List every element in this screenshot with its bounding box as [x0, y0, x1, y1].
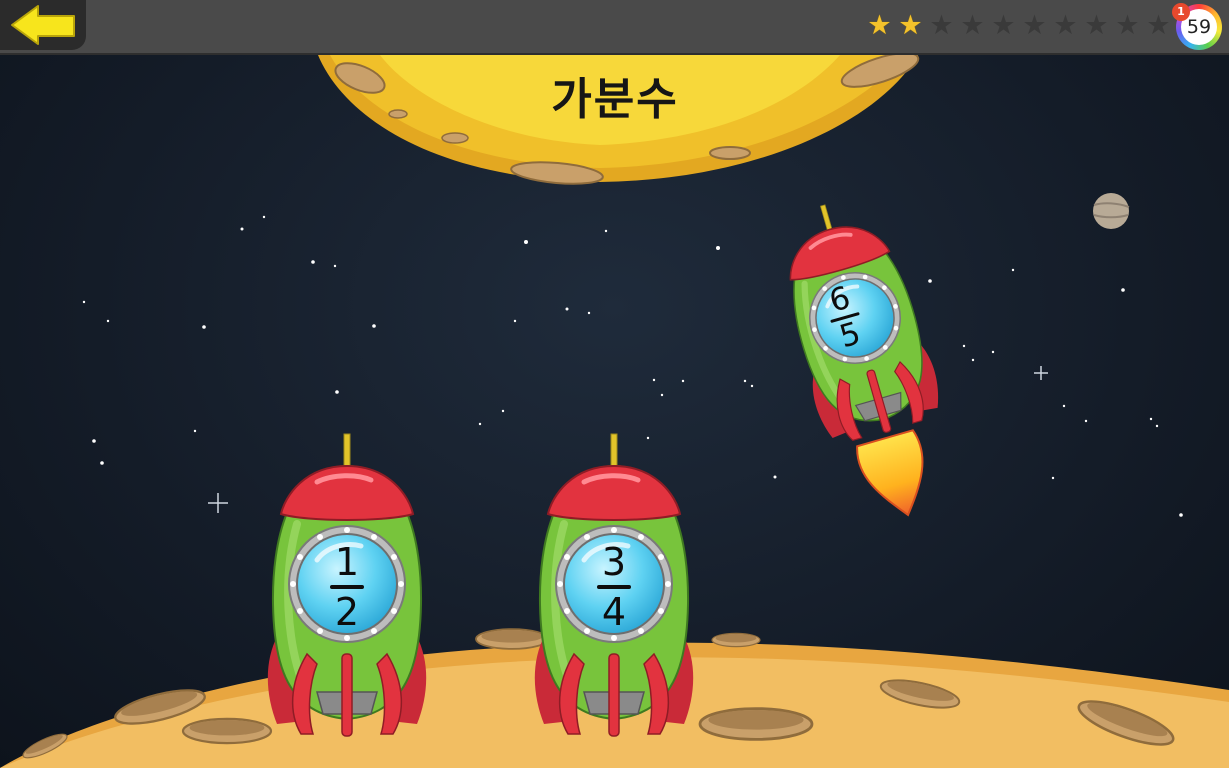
- fraction-3-denominator: 5: [835, 315, 865, 356]
- fraction-1-label: 1 2: [312, 542, 382, 632]
- star-empty-icon: ★: [960, 10, 985, 41]
- fraction-2-label: 3 4: [579, 542, 649, 632]
- star-empty-icon: ★: [1022, 10, 1047, 41]
- fraction-1-numerator: 1: [334, 540, 360, 584]
- star-empty-icon: ★: [929, 10, 954, 41]
- star-empty-icon: ★: [1146, 10, 1171, 41]
- fraction-3-numerator: 6: [825, 279, 855, 320]
- top-bar: ★ ★ ★ ★ ★ ★ ★ ★ ★ ★: [0, 0, 1229, 55]
- star-filled-icon: ★: [867, 10, 892, 41]
- star-empty-icon: ★: [1115, 10, 1140, 41]
- page-title: 가분수: [551, 74, 679, 125]
- left-arrow-icon: [11, 5, 75, 45]
- notification-badge: 1: [1172, 3, 1190, 21]
- fraction-1-bar: [330, 585, 364, 589]
- star-empty-icon: ★: [1053, 10, 1078, 41]
- small-planet: [1093, 193, 1130, 229]
- fraction-2-bar: [597, 585, 631, 589]
- star-progress: ★ ★ ★ ★ ★ ★ ★ ★ ★ ★: [866, 10, 1172, 42]
- star-empty-icon: ★: [1084, 10, 1109, 41]
- star-filled-icon: ★: [898, 10, 923, 41]
- fraction-2-denominator: 4: [601, 590, 627, 634]
- star-empty-icon: ★: [991, 10, 1016, 41]
- fraction-2-numerator: 3: [601, 540, 627, 584]
- fraction-1-denominator: 2: [334, 590, 360, 634]
- back-button[interactable]: [0, 0, 86, 50]
